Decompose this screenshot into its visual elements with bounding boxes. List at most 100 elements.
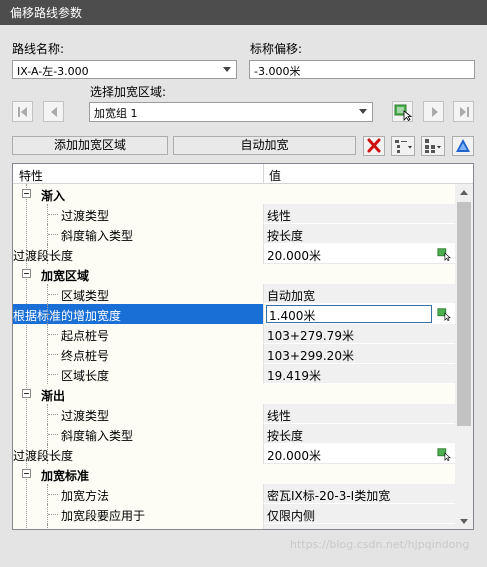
collapse-icon[interactable] xyxy=(22,269,31,278)
property-row[interactable]: 过渡段长度 20.000米 xyxy=(13,444,455,464)
property-value-cell[interactable]: 103+279.79米 xyxy=(263,324,455,344)
category-name: 渐出 xyxy=(41,389,66,403)
vertical-scrollbar[interactable] xyxy=(455,184,473,529)
property-value: 仅限内侧 xyxy=(267,509,316,523)
select-in-drawing-button[interactable] xyxy=(392,101,413,122)
property-value: 20.000米 xyxy=(267,249,321,263)
pick-in-drawing-icon[interactable] xyxy=(437,307,451,321)
category-name: 渐入 xyxy=(41,189,66,203)
property-value-cell[interactable]: 19.419米 xyxy=(263,364,455,384)
property-row[interactable]: 最小半径 xyxy=(13,524,455,529)
property-value-cell[interactable]: 1.400米 xyxy=(263,304,455,324)
property-row[interactable]: 斜度输入类型 按长度 xyxy=(13,224,455,244)
widening-region-value: 加宽组 1 xyxy=(94,107,138,120)
nominal-offset-value: -3.000米 xyxy=(254,65,301,78)
pick-in-drawing-icon[interactable] xyxy=(437,447,451,461)
property-row[interactable]: 斜度输入类型 按长度 xyxy=(13,424,455,444)
category-name: 加宽区域 xyxy=(41,269,90,283)
collapse-icon[interactable] xyxy=(22,189,31,198)
column-divider[interactable] xyxy=(263,164,264,184)
scroll-up-icon[interactable] xyxy=(460,190,468,195)
property-value-cell[interactable]: 20.000米 xyxy=(263,444,455,464)
property-value-cell[interactable]: 线性 xyxy=(263,404,455,424)
nominal-offset-input[interactable]: -3.000米 xyxy=(249,60,475,79)
layout-options-button[interactable] xyxy=(421,136,445,156)
delete-x-icon xyxy=(367,138,381,153)
collapse-icon[interactable] xyxy=(22,469,31,478)
property-value-cell[interactable]: 103+299.20米 xyxy=(263,344,455,364)
delete-button[interactable] xyxy=(363,136,385,156)
property-value: 密瓦IX标-20-3-I类加宽 xyxy=(267,489,391,503)
collapse-icon[interactable] xyxy=(22,389,31,398)
tree-branch-line xyxy=(48,494,58,495)
list-options-button[interactable] xyxy=(391,136,415,156)
property-value-cell[interactable]: 20.000米 xyxy=(263,244,455,264)
first-arrow-icon xyxy=(21,107,27,117)
scroll-down-icon[interactable] xyxy=(460,519,468,524)
property-name: 最小半径 xyxy=(13,524,263,529)
property-row[interactable]: 区域类型 自动加宽 xyxy=(13,284,455,304)
property-row[interactable]: 过渡类型 线性 xyxy=(13,204,455,224)
next-arrow-icon xyxy=(432,107,438,117)
chevron-down-icon xyxy=(223,67,231,72)
tree-branch-line xyxy=(48,214,58,215)
previous-region-button[interactable] xyxy=(43,101,64,122)
grid-rows: 渐入 过渡类型 线性 斜度输入类型 按长度 过渡段长度 20.000米 加宽区域 区域类型 自动加… xyxy=(13,184,455,529)
property-row[interactable]: 加宽方法 密瓦IX标-20-3-I类加宽 xyxy=(13,484,455,504)
category-row[interactable]: 加宽区域 xyxy=(13,264,455,284)
property-value-cell[interactable]: 按长度 xyxy=(263,424,455,444)
property-value-cell[interactable]: 密瓦IX标-20-3-I类加宽 xyxy=(263,484,455,504)
property-row[interactable]: 根据标准的增加宽度 1.400米 xyxy=(13,304,455,324)
auto-widening-button[interactable]: 自动加宽 xyxy=(173,136,356,155)
route-name-dropdown[interactable]: IX-A-左-3.000 xyxy=(12,60,237,79)
property-value-cell[interactable]: 自动加宽 xyxy=(263,284,455,304)
property-value-cell xyxy=(263,464,455,484)
property-value: 线性 xyxy=(267,409,292,423)
property-row[interactable]: 过渡类型 线性 xyxy=(13,404,455,424)
value-edit-field[interactable]: 1.400米 xyxy=(266,305,432,323)
property-value-cell[interactable]: 线性 xyxy=(263,204,455,224)
next-region-button[interactable] xyxy=(423,101,444,122)
property-value: 线性 xyxy=(267,209,292,223)
scroll-thumb[interactable] xyxy=(457,202,471,426)
last-region-button[interactable] xyxy=(453,101,474,122)
property-value-cell[interactable] xyxy=(263,524,455,529)
property-value-cell[interactable]: 按长度 xyxy=(263,224,455,244)
property-value-cell[interactable]: 仅限内侧 xyxy=(263,504,455,524)
property-value: 20.000米 xyxy=(267,449,321,463)
add-widening-region-button[interactable]: 添加加宽区域 xyxy=(12,136,168,155)
property-value: 19.419米 xyxy=(267,369,321,383)
last-arrow-icon xyxy=(460,107,466,117)
help-icon xyxy=(456,139,470,152)
property-value: 103+279.79米 xyxy=(267,329,354,343)
property-row[interactable]: 加宽段要应用于 仅限内侧 xyxy=(13,504,455,524)
property-row[interactable]: 终点桩号 103+299.20米 xyxy=(13,344,455,364)
value-column-header[interactable]: 值 xyxy=(269,167,281,184)
help-button[interactable] xyxy=(452,136,474,156)
category-row[interactable]: 加宽标准 xyxy=(13,464,455,484)
widening-region-dropdown[interactable]: 加宽组 1 xyxy=(89,102,373,122)
category-row[interactable]: 渐出 xyxy=(13,384,455,404)
grid-header: 特性 值 xyxy=(13,164,473,184)
tree-branch-line xyxy=(48,254,58,255)
property-row[interactable]: 过渡段长度 20.000米 xyxy=(13,244,455,264)
chevron-down-icon xyxy=(359,109,367,114)
pick-in-drawing-icon[interactable] xyxy=(437,247,451,261)
grid-layout-icon xyxy=(425,139,441,153)
route-name-label: 路线名称: xyxy=(12,42,65,56)
tree-branch-line xyxy=(48,454,58,455)
widening-region-label: 选择加宽区域: xyxy=(90,85,167,99)
property-row[interactable]: 区域长度 19.419米 xyxy=(13,364,455,384)
previous-arrow-icon xyxy=(51,107,57,117)
first-bar-icon xyxy=(18,107,20,117)
first-region-button[interactable] xyxy=(12,101,33,122)
window-title-bar: 偏移路线参数 xyxy=(0,0,487,25)
property-column-header[interactable]: 特性 xyxy=(19,167,43,184)
property-row[interactable]: 起点桩号 103+279.79米 xyxy=(13,324,455,344)
property-value: 103+299.20米 xyxy=(267,349,354,363)
tree-branch-line xyxy=(47,524,48,529)
property-grid[interactable]: 特性 值 渐入 过渡类型 线性 斜度输入类型 按长度 过渡段长度 20.000米 加宽区域 区域… xyxy=(12,163,474,530)
property-value-cell xyxy=(263,264,455,284)
category-row[interactable]: 渐入 xyxy=(13,184,455,204)
list-dropdown-icon xyxy=(395,140,412,153)
